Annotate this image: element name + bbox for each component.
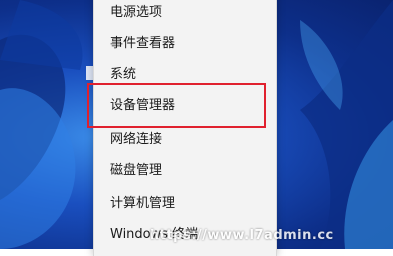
- menu-item-power-options[interactable]: 电源选项: [110, 3, 162, 23]
- watermark: https://www.l7admin.cc: [150, 228, 334, 243]
- menu-item-computer-management[interactable]: 计算机管理: [110, 194, 175, 214]
- menu-item-event-viewer[interactable]: 事件查看器: [110, 34, 175, 54]
- menu-item-disk-management[interactable]: 磁盘管理: [110, 161, 162, 181]
- context-menu: 电源选项 事件查看器 系统 设备管理器 网络连接 磁盘管理 计算机管理 Wind…: [93, 0, 277, 256]
- menu-item-network-connections[interactable]: 网络连接: [110, 130, 162, 150]
- menu-item-device-manager[interactable]: 设备管理器: [110, 96, 175, 116]
- menu-item-system[interactable]: 系统: [110, 65, 136, 85]
